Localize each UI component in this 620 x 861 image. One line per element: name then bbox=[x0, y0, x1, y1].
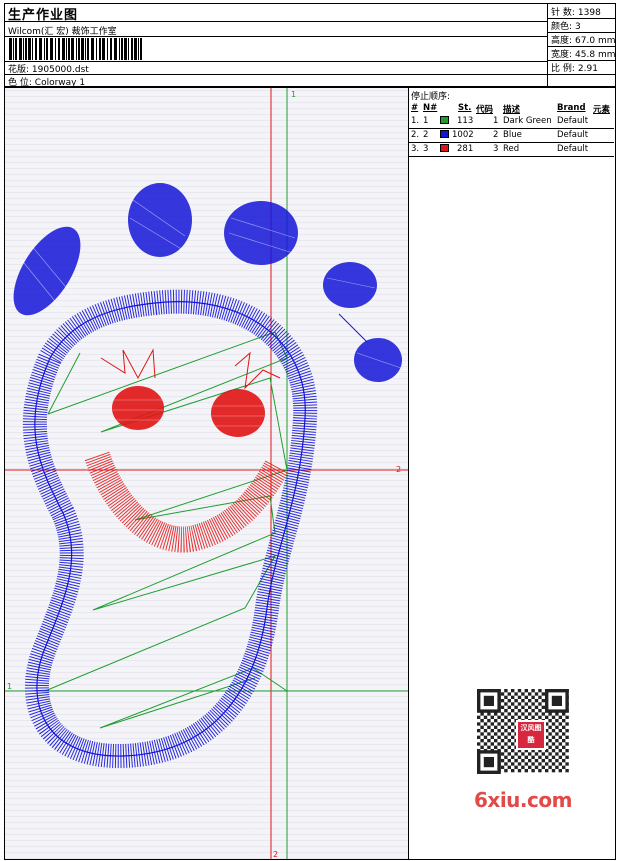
color-swatch bbox=[440, 130, 449, 138]
stats-panel: 针 数: 1398 颜色: 3 高度: 67.0 mm 宽度: 45.8 mm 比 例:… bbox=[547, 4, 616, 86]
design-canvas[interactable]: 1 2 1 2 bbox=[4, 87, 409, 860]
stat-colors: 颜色: 3 bbox=[551, 22, 581, 32]
guide-marker-top: 1 bbox=[291, 90, 296, 99]
table-row[interactable]: 2. 2 1002 2 Blue Default bbox=[409, 129, 614, 143]
stat-scale: 比 例: 2.91 bbox=[551, 64, 598, 74]
barcode bbox=[9, 38, 142, 60]
guide-marker-bottom: 2 bbox=[273, 850, 278, 859]
toes bbox=[13, 183, 402, 382]
stat-width: 宽度: 45.8 mm bbox=[551, 50, 616, 60]
stop-sequence-title: 停止顺序: bbox=[411, 92, 451, 102]
toe-fourth bbox=[323, 262, 377, 308]
table-row[interactable]: 3. 3 281 3 Red Default bbox=[409, 143, 614, 157]
header-panel: 生产作业图 Wilcom(汇 宏) 裁饰工作室 花版: 1905000.dst … bbox=[4, 3, 616, 88]
watermark-logo: 6xiu.com bbox=[474, 788, 572, 812]
color-swatch bbox=[440, 144, 449, 152]
header-info: 生产作业图 Wilcom(汇 宏) 裁饰工作室 花版: 1905000.dst … bbox=[5, 4, 547, 88]
embroidery-preview: 1 2 1 2 bbox=[5, 88, 408, 859]
face-eyes bbox=[112, 386, 265, 437]
stat-height: 高度: 67.0 mm bbox=[551, 36, 616, 46]
qr-logo-badge: 汉风图酷 bbox=[516, 720, 546, 750]
face-smile bbox=[84, 451, 289, 553]
toe-big bbox=[13, 226, 81, 316]
divider bbox=[5, 21, 547, 22]
guide-marker-right: 2 bbox=[396, 465, 401, 474]
eye-left bbox=[112, 386, 164, 430]
divider bbox=[5, 74, 547, 75]
stat-stitches: 针 数: 1398 bbox=[551, 8, 601, 18]
table-row[interactable]: 1. 1 113 1 Dark Green Default bbox=[409, 115, 614, 129]
toe-third bbox=[224, 201, 298, 265]
eye-right bbox=[211, 389, 265, 437]
toe-second bbox=[128, 183, 192, 257]
color-swatch bbox=[440, 116, 449, 124]
production-sheet: 生产作业图 Wilcom(汇 宏) 裁饰工作室 花版: 1905000.dst … bbox=[0, 0, 620, 861]
table-header: # N# St. 代码 描述 Brand 元素 bbox=[411, 103, 611, 115]
guide-marker-left: 1 bbox=[7, 682, 12, 691]
stop-sequence-table: # N# St. 代码 描述 Brand 元素 1. 1 113 1 Dark … bbox=[409, 102, 614, 157]
eyebrows bbox=[100, 348, 281, 390]
divider bbox=[5, 36, 547, 37]
